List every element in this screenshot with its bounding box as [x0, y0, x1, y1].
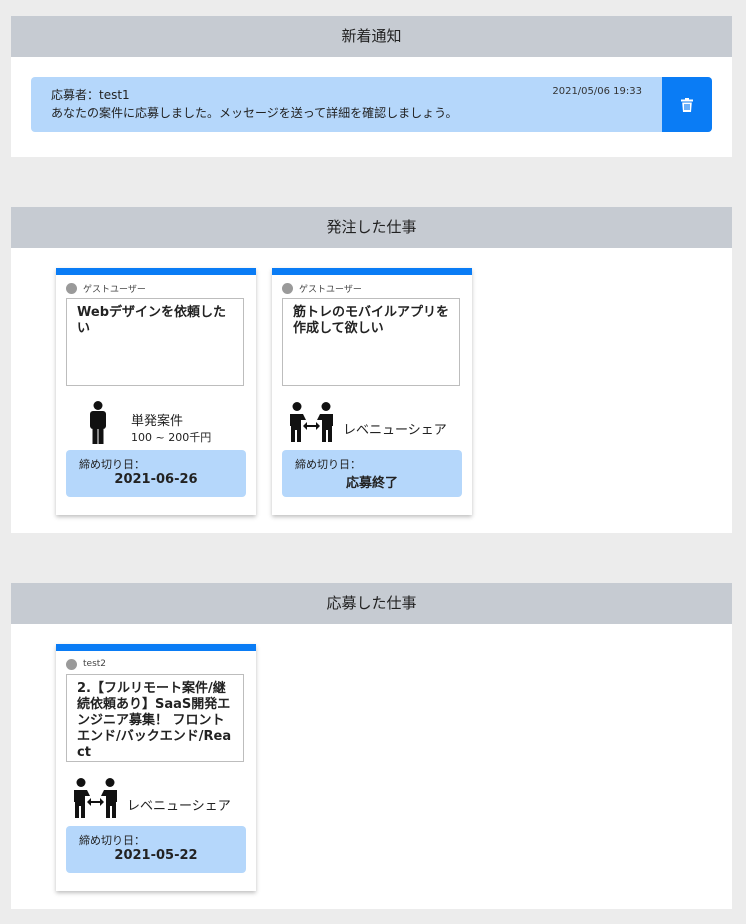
card-user-name: test2	[83, 659, 107, 669]
card-deadline: 締め切り日： 応募終了	[282, 450, 462, 497]
trash-icon	[681, 97, 693, 112]
avatar	[282, 282, 293, 294]
card-user: test2	[66, 657, 106, 671]
notification-applicant: 応募者：test1	[51, 88, 130, 102]
card-deadline: 締め切り日： 2021-05-22	[66, 826, 246, 873]
card-user: ゲストユーザー	[282, 281, 362, 295]
card-title: Webデザインを依頼したい	[66, 298, 244, 386]
revenue-share-icon	[290, 402, 333, 442]
deadline-value: 2021-06-26	[114, 472, 198, 487]
card-title: 2.【フルリモート案件/継続依頼あり】SaaS開発エンジニア募集！ フロントエン…	[66, 674, 244, 762]
card-job-type: レベニューシェア	[127, 799, 231, 814]
deadline-value: 2021-05-22	[114, 848, 198, 863]
card-job-type: 単発案件	[131, 414, 184, 429]
job-card[interactable]: ゲストユーザー Webデザインを依頼したい 単発案件 100 ~ 200千円 締…	[56, 268, 256, 515]
notification-message: あなたの案件に応募しました。メッセージを送って詳細を確認しましょう。	[51, 106, 458, 120]
card-budget: 100 ~ 200千円	[131, 431, 212, 444]
deadline-label: 締め切り日：	[79, 834, 145, 847]
card-deadline: 締め切り日： 2021-06-26	[66, 450, 246, 497]
applied-jobs-header: 応募した仕事	[11, 583, 732, 624]
deadline-value: 応募終了	[345, 476, 398, 491]
notifications-panel: 新着通知 応募者：test1 2021/05/06 19:33 あなたの案件に応…	[11, 16, 732, 157]
card-job-type: レベニューシェア	[343, 423, 447, 438]
deadline-label: 締め切り日：	[295, 458, 361, 471]
avatar	[66, 658, 77, 670]
delete-notification-button[interactable]	[662, 77, 712, 132]
notification-item[interactable]: 応募者：test1 2021/05/06 19:33 あなたの案件に応募しました…	[31, 77, 712, 132]
deadline-label: 締め切り日：	[79, 458, 145, 471]
card-user-name: ゲストユーザー	[83, 284, 146, 295]
ordered-jobs-panel: 発注した仕事 ゲストユーザー Webデザインを依頼したい 単発案件 100 ~ …	[11, 207, 732, 533]
person-icon	[90, 401, 106, 444]
job-card[interactable]: ゲストユーザー 筋トレのモバイルアプリを作成して欲しい レベニューシェア 締め切…	[272, 268, 472, 515]
notification-time: 2021/05/06 19:33	[552, 86, 642, 97]
card-user: ゲストユーザー	[66, 281, 146, 295]
applied-jobs-panel: 応募した仕事 test2 2.【フルリモート案件/継続依頼あり】SaaS開発エン…	[11, 583, 732, 909]
ordered-jobs-header: 発注した仕事	[11, 207, 732, 248]
card-title: 筋トレのモバイルアプリを作成して欲しい	[282, 298, 460, 386]
revenue-share-icon	[74, 778, 117, 818]
card-user-name: ゲストユーザー	[299, 284, 362, 295]
job-card[interactable]: test2 2.【フルリモート案件/継続依頼あり】SaaS開発エンジニア募集！ …	[56, 644, 256, 891]
notifications-header: 新着通知	[11, 16, 732, 57]
avatar	[66, 282, 77, 294]
